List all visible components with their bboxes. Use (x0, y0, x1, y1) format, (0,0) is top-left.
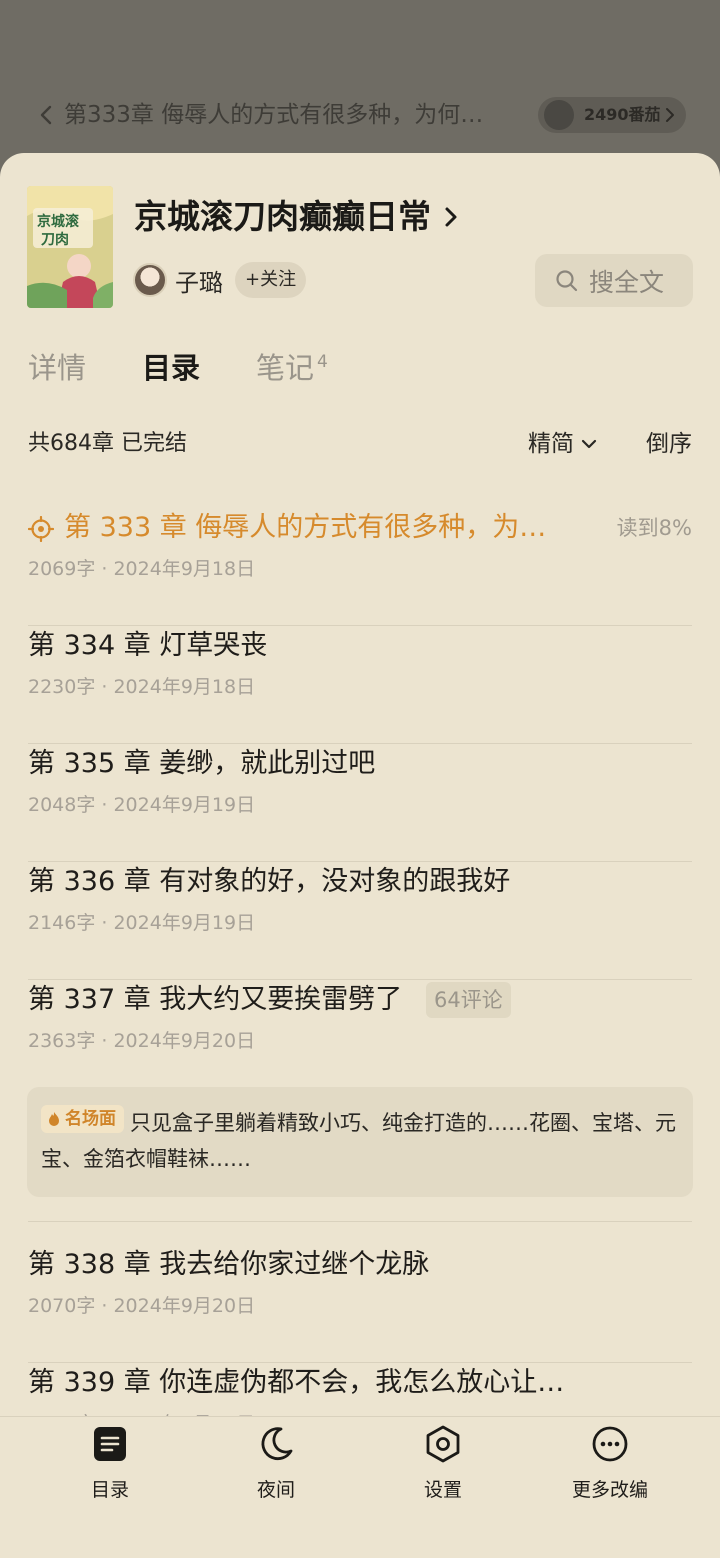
tomato-count: 2490番茄 (584, 105, 661, 124)
toolbar-more-adaptations-button[interactable]: 更多改编 (540, 1425, 680, 1525)
chapter-count-status: 共684章 已完结 (28, 431, 187, 456)
toolbar-settings-label: 设置 (423, 1479, 462, 1501)
tab-notes[interactable]: 笔记 4 (256, 346, 328, 390)
divider (28, 1221, 692, 1222)
famous-scene-card[interactable]: 名场面 只见盒子里躺着精致小巧、纯金打造的……花圈、宝塔、元宝、金箔衣帽鞋袜…… (27, 1087, 693, 1197)
tab-notes-label: 笔记 (256, 351, 315, 385)
search-icon (556, 269, 578, 291)
chapter-title: 第 335 章 姜缈，就此别过吧 (28, 748, 376, 779)
follow-button[interactable]: +关注 (235, 262, 307, 298)
flame-icon (49, 1112, 59, 1126)
toolbar-night-label: 夜间 (256, 1479, 295, 1501)
catalog-summary: 共684章 已完结 精简 倒序 (28, 427, 692, 461)
chevron-down-icon (581, 439, 597, 449)
search-full-text-label: 搜全文 (589, 267, 665, 297)
settings-icon (426, 1425, 460, 1463)
reverse-order-button[interactable]: 倒序 (646, 427, 692, 461)
tab-catalog-label: 目录 (142, 351, 201, 385)
search-full-text-button[interactable]: 搜全文 (535, 254, 693, 307)
chapter-title: 第 334 章 灯草哭丧 (28, 630, 268, 661)
author-avatar[interactable] (133, 263, 167, 297)
tab-details[interactable]: 详情 (28, 346, 86, 390)
simplify-filter-dropdown[interactable]: 精简 (528, 427, 598, 461)
chapter-item[interactable]: 第 337 章 我大约又要挨雷劈了 64评论 2363字 · 2024年9月20… (28, 980, 692, 1070)
comment-count-badge[interactable]: 64评论 (426, 982, 511, 1018)
author-name[interactable]: 子璐 (175, 263, 223, 298)
toolbar-settings-button[interactable]: 设置 (373, 1425, 513, 1525)
reader-chapter-title: 第333章 侮辱人的方式有很多种，为何… (64, 102, 484, 128)
chapter-meta: 2069字 · 2024年9月18日 (28, 558, 256, 580)
chapter-title: 第 333 章 侮辱人的方式有很多种，为… (64, 512, 547, 543)
famous-scene-text: 只见盒子里躺着精致小巧、纯金打造的……花圈、宝塔、元宝、金箔衣帽鞋袜…… (41, 1111, 676, 1171)
tab-details-label: 详情 (28, 351, 87, 385)
tomato-pill[interactable]: 2490番茄 (538, 97, 686, 133)
tomato-coin-icon (544, 100, 574, 130)
author-row: 子璐 +关注 (133, 261, 307, 299)
book-cover[interactable]: 京城滚 刀肉 (27, 186, 113, 308)
famous-scene-tag: 名场面 (41, 1105, 124, 1133)
toolbar-more-adaptations-label: 更多改编 (571, 1479, 648, 1501)
toolbar-catalog-button[interactable]: 目录 (40, 1425, 180, 1525)
tab-catalog[interactable]: 目录 (142, 346, 200, 390)
chevron-right-icon (666, 108, 674, 122)
chapter-meta: 2048字 · 2024年9月19日 (28, 794, 256, 816)
chapter-item[interactable]: 第 336 章 有对象的好，没对象的跟我好 2146字 · 2024年9月19日 (28, 862, 692, 980)
moon-icon (261, 1427, 293, 1461)
toolbar-night-button[interactable]: 夜间 (206, 1425, 346, 1525)
bottom-toolbar: 目录 夜间 设置 更多改编 (0, 1416, 720, 1558)
toc-icon (94, 1427, 126, 1461)
chapter-meta: 2363字 · 2024年9月20日 (28, 1030, 256, 1052)
book-title-link[interactable]: 京城滚刀肉癫癫日常 (134, 195, 461, 239)
notes-count-badge: 4 (317, 352, 328, 372)
chapter-meta: 2070字 · 2024年9月20日 (28, 1295, 256, 1317)
chapter-item-current[interactable]: 第 333 章 侮辱人的方式有很多种，为… 读到8% 2069字 · 2024年… (28, 508, 692, 626)
famous-scene-tag-label: 名场面 (65, 1109, 116, 1129)
chapter-meta: 2146字 · 2024年9月19日 (28, 912, 256, 934)
chapter-title: 第 337 章 我大约又要挨雷劈了 (28, 984, 403, 1015)
book-title: 京城滚刀肉癫癫日常 (134, 197, 431, 236)
chapter-title: 第 336 章 有对象的好，没对象的跟我好 (28, 866, 511, 897)
catalog-sheet: 京城滚 刀肉 京城滚刀肉癫癫日常 子璐 +关注 搜全文 详情 目录 笔记 4 共… (0, 153, 720, 1558)
famous-scene-text-block: 名场面 只见盒子里躺着精致小巧、纯金打造的……花圈、宝塔、元宝、金箔衣帽鞋袜…… (41, 1105, 679, 1177)
tab-bar: 详情 目录 笔记 4 (28, 346, 708, 390)
simplify-filter-label: 精简 (528, 431, 574, 457)
chevron-right-icon (445, 207, 457, 227)
reader-header: 第333章 侮辱人的方式有很多种，为何… 2490番茄 (0, 90, 720, 140)
svg-text:刀肉: 刀肉 (41, 231, 69, 248)
read-progress: 读到8% (616, 516, 692, 540)
svg-text:京城滚: 京城滚 (37, 213, 80, 230)
chapter-title: 第 339 章 你连虚伪都不会，我怎么放心让你出… (28, 1367, 588, 1398)
chapter-meta: 2230字 · 2024年9月18日 (28, 676, 256, 698)
chapter-item[interactable]: 第 338 章 我去给你家过继个龙脉 2070字 · 2024年9月20日 (28, 1245, 692, 1363)
chapter-item[interactable]: 第 334 章 灯草哭丧 2230字 · 2024年9月18日 (28, 626, 692, 744)
chapter-item[interactable]: 第 335 章 姜缈，就此别过吧 2048字 · 2024年9月19日 (28, 744, 692, 862)
more-icon (592, 1426, 628, 1462)
toolbar-catalog-label: 目录 (90, 1479, 129, 1501)
chapter-title: 第 338 章 我去给你家过继个龙脉 (28, 1249, 430, 1280)
back-chevron-icon[interactable] (36, 104, 58, 126)
book-cover-art: 京城滚 刀肉 (27, 186, 113, 308)
